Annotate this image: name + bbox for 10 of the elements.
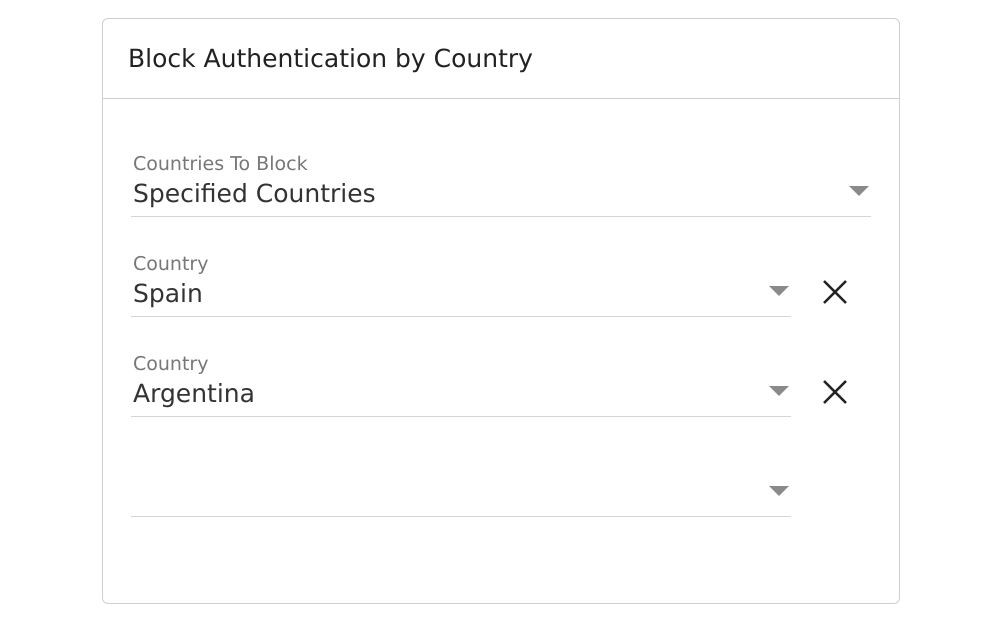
card-title: Block Authentication by Country: [128, 44, 533, 73]
select-field[interactable]: Country Spain: [131, 247, 791, 317]
caret-icon: [769, 286, 789, 298]
caret-icon: [849, 186, 869, 198]
select-field[interactable]: Countries To Block Specified Countries: [131, 147, 871, 217]
select-field[interactable]: Country Argentina: [131, 347, 791, 417]
remove-button[interactable]: [821, 278, 849, 306]
caret-icon: [769, 386, 789, 398]
caret-icon: [769, 486, 789, 498]
remove-button[interactable]: [821, 378, 849, 406]
